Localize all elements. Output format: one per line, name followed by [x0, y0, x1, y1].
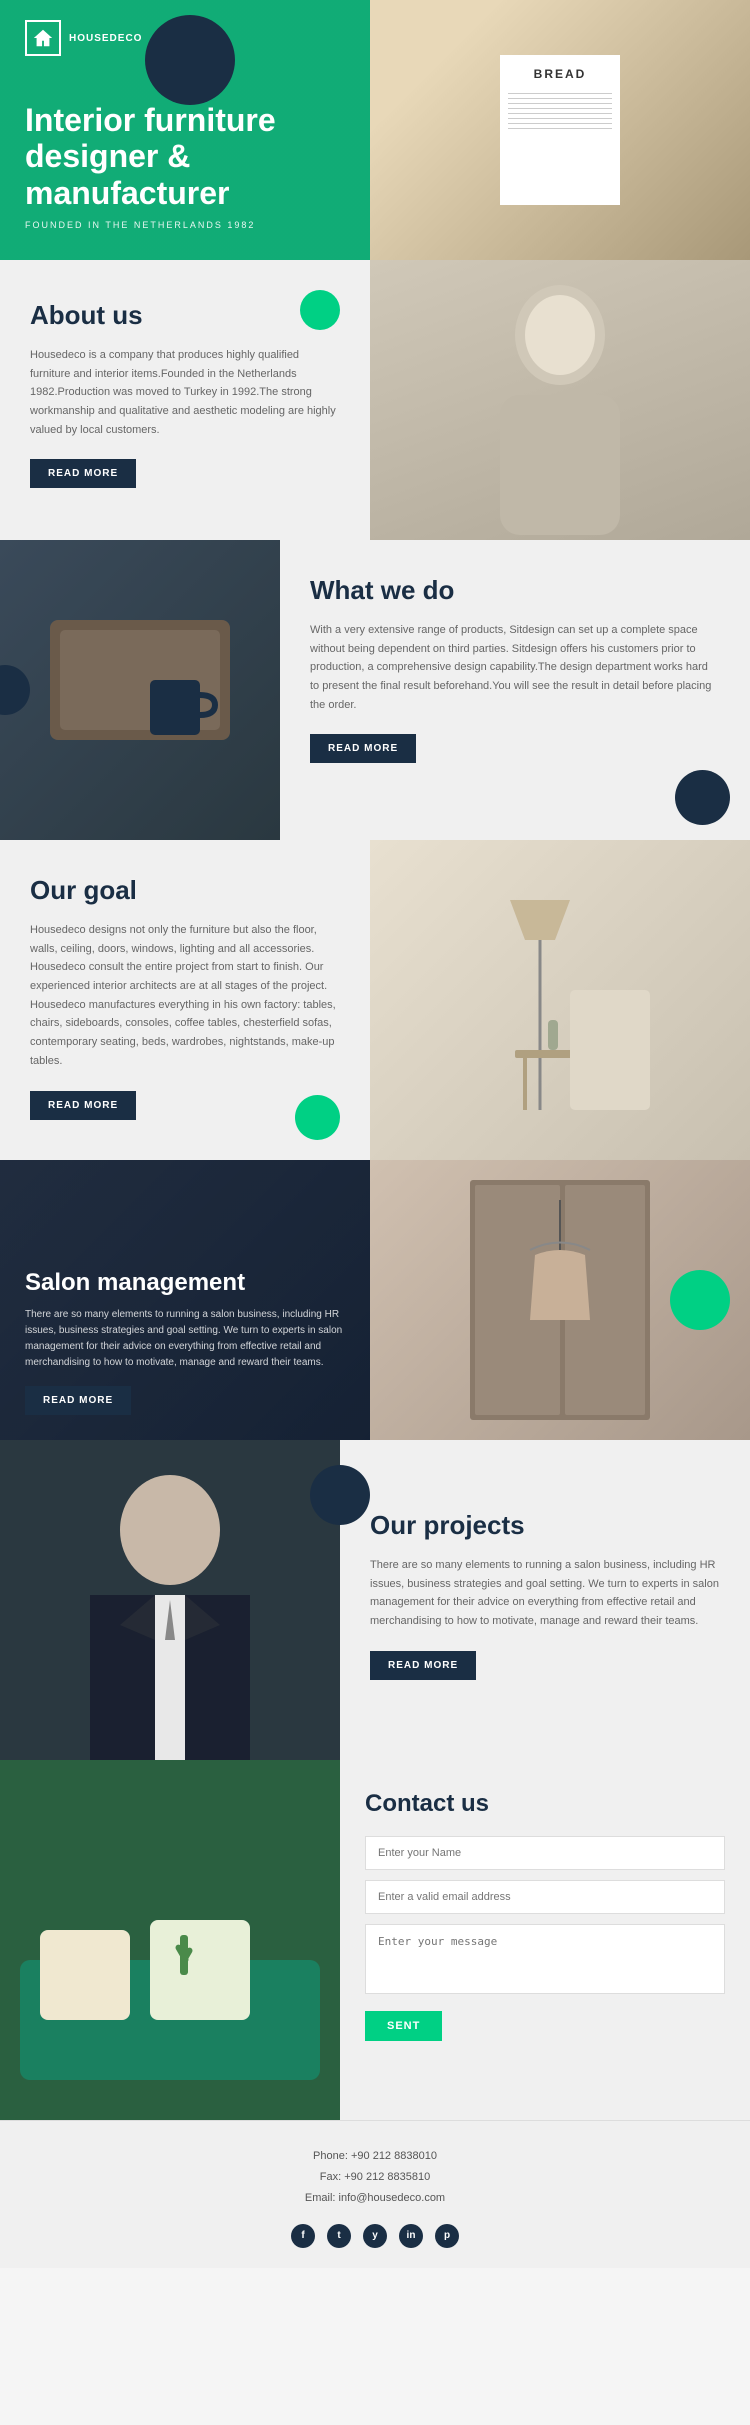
what-section: What we do With a very extensive range o… — [0, 540, 750, 840]
contact-name-input[interactable] — [365, 1836, 725, 1870]
hero-subtitle: FOUNDED IN THE NETHERLANDS 1982 — [25, 220, 345, 230]
footer-fax-value: +90 212 8835810 — [344, 2171, 430, 2183]
about-section: About us Housedeco is a company that pro… — [0, 260, 750, 540]
menu-lines — [508, 89, 612, 133]
wardrobe-illustration — [410, 1160, 710, 1440]
projects-navy-dot — [310, 1465, 370, 1525]
about-read-more-button[interactable]: READ MORE — [30, 459, 136, 488]
salon-green-dot — [670, 1270, 730, 1330]
about-left-panel: About us Housedeco is a company that pro… — [0, 260, 370, 540]
logo[interactable]: HOUSEDECO — [25, 20, 142, 56]
lamp-illustration — [460, 850, 660, 1150]
about-text: Housedeco is a company that produces hig… — [30, 346, 340, 439]
salon-read-more-button[interactable]: READ MORE — [25, 1386, 131, 1415]
footer-email-value: info@housedeco.com — [339, 2192, 446, 2204]
projects-text: There are so many elements to running a … — [370, 1556, 720, 1631]
bread-title: BREAD — [534, 67, 587, 81]
footer-phone-label: Phone: — [313, 2150, 348, 2162]
contact-sent-button[interactable]: SENT — [365, 2011, 442, 2041]
salon-section: Salon management There are so many eleme… — [0, 1160, 750, 1440]
goal-section: Our goal Housedeco designs not only the … — [0, 840, 750, 1160]
what-text: With a very extensive range of products,… — [310, 621, 720, 714]
house-icon — [32, 27, 54, 49]
salon-right-image — [370, 1160, 750, 1440]
logo-icon — [25, 20, 61, 56]
contact-section: Contact us SENT — [0, 1760, 750, 2120]
bread-menu: BREAD — [500, 55, 620, 205]
hero-section: HOUSEDECO Interior furniture designer & … — [0, 0, 750, 260]
goal-title: Our goal — [30, 875, 340, 906]
hero-title: Interior furniture designer & manufactur… — [25, 102, 345, 212]
hero-image: BREAD — [370, 0, 750, 260]
footer: Phone: +90 212 8838010 Fax: +90 212 8835… — [0, 2120, 750, 2268]
social-twitter[interactable]: t — [327, 2224, 351, 2248]
footer-contact-info: Phone: +90 212 8838010 Fax: +90 212 8835… — [20, 2146, 730, 2209]
what-title: What we do — [310, 575, 720, 606]
salon-text: There are so many elements to running a … — [25, 1307, 345, 1371]
blanket-mug-illustration — [30, 600, 250, 780]
social-linkedin[interactable]: in — [399, 2224, 423, 2248]
man-silhouette — [0, 1440, 340, 1760]
contact-email-input[interactable] — [365, 1880, 725, 1914]
projects-read-more-button[interactable]: READ MORE — [370, 1651, 476, 1680]
footer-phone-value: +90 212 8838010 — [351, 2150, 437, 2162]
what-left-image — [0, 540, 280, 840]
contact-title: Contact us — [365, 1790, 725, 1818]
goal-read-more-button[interactable]: READ MORE — [30, 1091, 136, 1120]
footer-email-label: Email: — [305, 2192, 336, 2204]
goal-right-image — [370, 840, 750, 1160]
salon-title: Salon management — [25, 1269, 345, 1297]
goal-text: Housedeco designs not only the furniture… — [30, 921, 340, 1071]
projects-title: Our projects — [370, 1510, 720, 1541]
social-facebook[interactable]: f — [291, 2224, 315, 2248]
logo-text: HOUSEDECO — [69, 33, 142, 44]
salon-content: Salon management There are so many eleme… — [25, 1269, 345, 1415]
about-person-image — [370, 260, 750, 540]
about-title: About us — [30, 300, 340, 331]
about-green-dot — [300, 290, 340, 330]
goal-left-panel: Our goal Housedeco designs not only the … — [0, 840, 370, 1160]
goal-green-dot — [295, 1095, 340, 1140]
projects-left-image — [0, 1440, 340, 1760]
what-right-panel: What we do With a very extensive range o… — [280, 540, 750, 840]
footer-social: f t y in p — [20, 2224, 730, 2248]
contact-right-panel: Contact us SENT — [340, 1760, 750, 2120]
man-suit-image — [0, 1440, 340, 1760]
projects-section: Our projects There are so many elements … — [0, 1440, 750, 1760]
contact-left-image — [0, 1760, 340, 2120]
pillow-plant-image — [0, 1760, 340, 2120]
about-image — [370, 260, 750, 540]
person-silhouette — [460, 265, 660, 535]
what-navy-dot-bottom — [675, 770, 730, 825]
blanket-image — [0, 540, 280, 840]
hero-right-panel: BREAD — [370, 0, 750, 260]
couch-illustration — [0, 1760, 340, 2120]
salon-left-panel: Salon management There are so many eleme… — [0, 1160, 370, 1440]
footer-fax-label: Fax: — [320, 2171, 341, 2183]
what-read-more-button[interactable]: READ MORE — [310, 734, 416, 763]
social-pinterest[interactable]: p — [435, 2224, 459, 2248]
social-youtube[interactable]: y — [363, 2224, 387, 2248]
projects-right-panel: Our projects There are so many elements … — [340, 1440, 750, 1760]
contact-message-input[interactable] — [365, 1924, 725, 1994]
lamp-table-image — [370, 840, 750, 1160]
hero-circle-decoration — [145, 15, 235, 105]
